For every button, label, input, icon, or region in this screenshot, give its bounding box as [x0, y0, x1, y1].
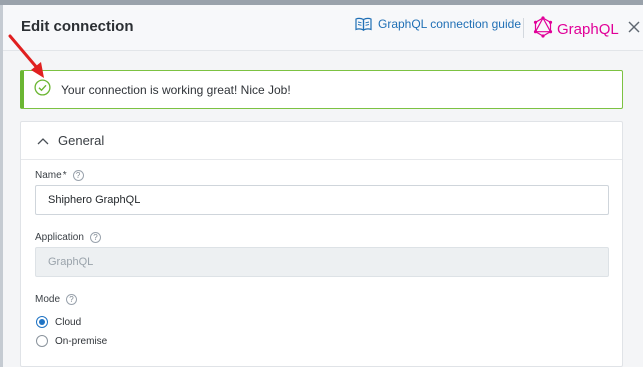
name-label: Name * ? — [35, 170, 84, 181]
radio-label: On-premise — [55, 335, 108, 347]
alert-message: Your connection is working great! Nice J… — [61, 82, 291, 97]
section-title: General — [58, 133, 105, 148]
mode-label: Mode ? — [35, 294, 78, 305]
graphql-connection-guide-link[interactable]: GraphQL connection guide — [355, 17, 521, 31]
application-label: Application ? — [35, 232, 101, 243]
radio-cloud[interactable] — [36, 316, 48, 328]
graphql-logo-icon — [533, 16, 553, 43]
mode-option-cloud[interactable]: Cloud — [36, 316, 81, 328]
success-alert: Your connection is working great! Nice J… — [20, 70, 623, 109]
graphql-brand: GraphQL — [533, 16, 619, 43]
dialog-header: Edit connection GraphQL connection guide — [3, 5, 643, 51]
help-icon[interactable]: ? — [89, 232, 101, 243]
book-icon — [355, 17, 372, 31]
application-input — [35, 247, 609, 277]
mode-option-on-premise[interactable]: On-premise — [36, 335, 107, 347]
close-button[interactable] — [626, 19, 642, 35]
help-icon[interactable]: ? — [66, 294, 78, 305]
radio-on-premise[interactable] — [36, 335, 48, 347]
header-divider — [523, 18, 524, 38]
name-input[interactable] — [35, 185, 609, 215]
general-section-toggle[interactable]: General — [21, 122, 622, 160]
check-circle-icon — [34, 78, 51, 101]
general-section: General Name * ? Application ? Mode ? Cl… — [20, 121, 623, 367]
help-icon[interactable]: ? — [72, 170, 84, 181]
close-icon — [626, 21, 642, 39]
required-marker: * — [62, 170, 67, 181]
brand-name: GraphQL — [557, 21, 619, 38]
chevron-up-icon — [37, 132, 49, 150]
radio-label: Cloud — [55, 316, 82, 328]
dialog-title: Edit connection — [21, 18, 134, 35]
guide-link-label: GraphQL connection guide — [378, 17, 521, 31]
